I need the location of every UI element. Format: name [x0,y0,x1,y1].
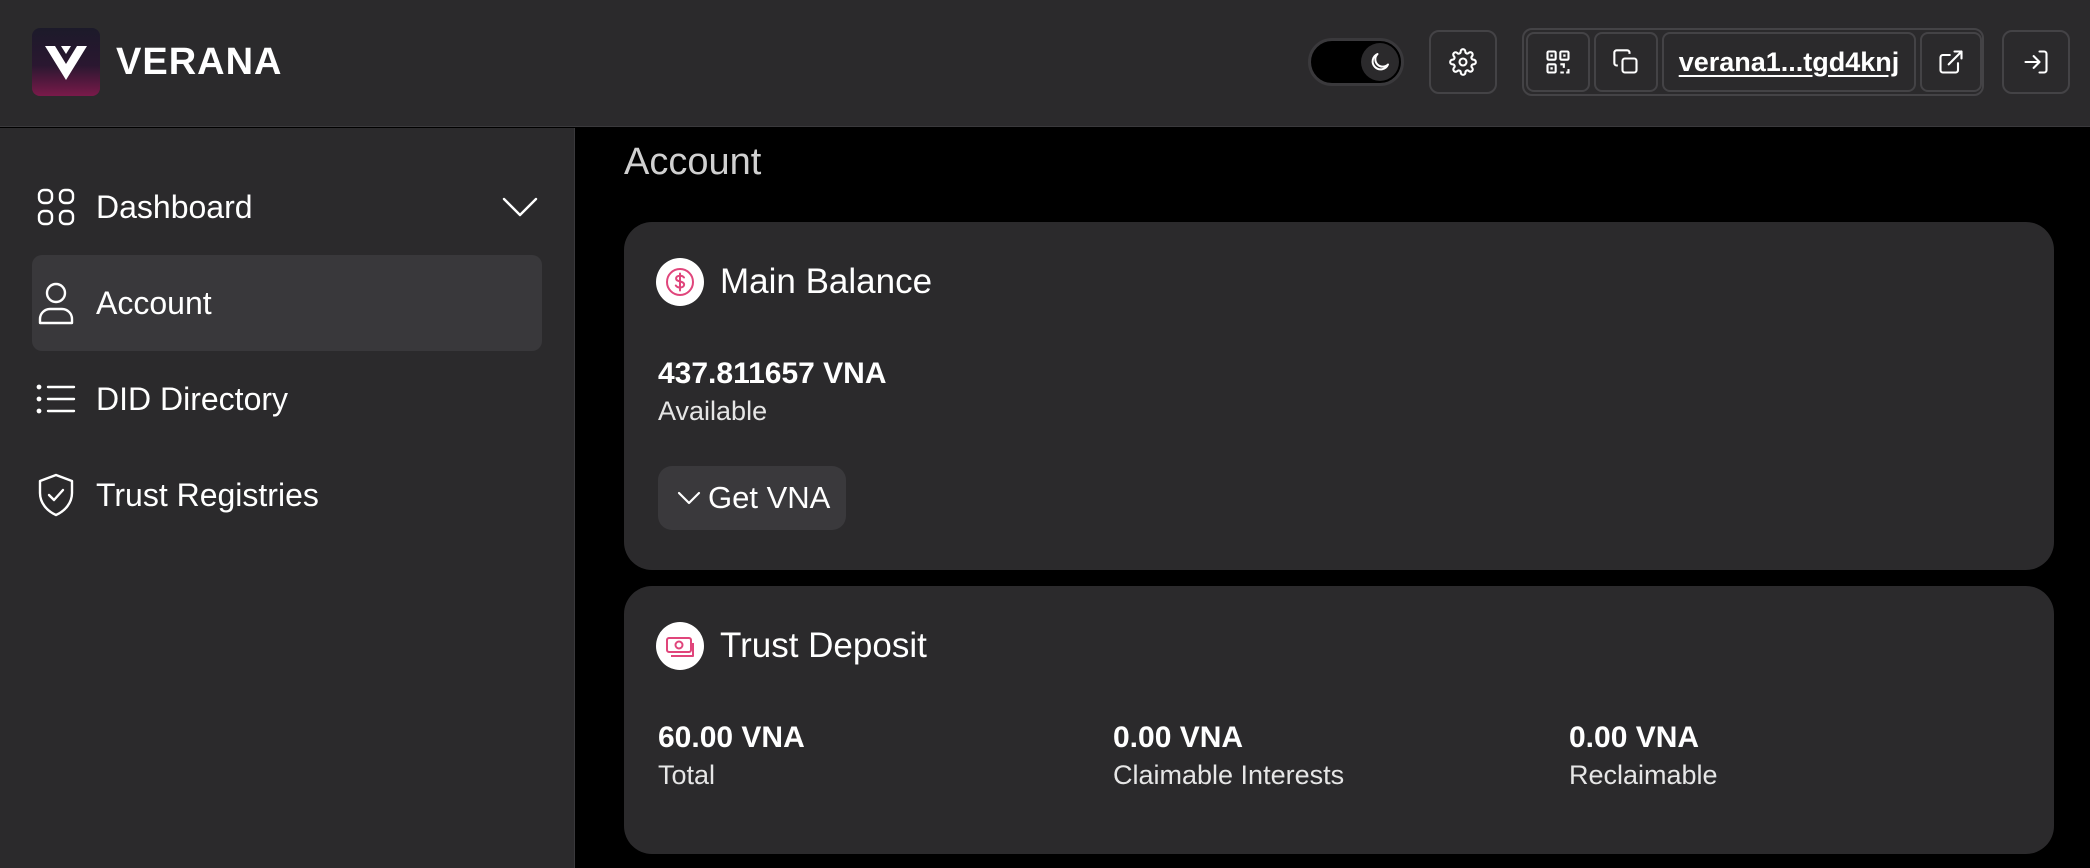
logout-button[interactable] [2002,30,2070,94]
sidebar-item-label: DID Directory [96,380,289,417]
chevron-down-icon [677,491,701,505]
wallet-address[interactable]: verana1...tgd4knj [1679,47,1900,78]
trust-deposit-card: Trust Deposit 60.00 VNA Total 0.00 VNA C… [624,586,2054,854]
theme-toggle[interactable] [1308,38,1404,86]
get-vna-label: Get VNA [708,480,831,515]
app-root: VERANA verana1...tgd4knj Dashboard Accou… [0,0,2090,868]
list-icon [34,377,78,421]
sidebar-item-trust-registries[interactable]: Trust Registries [32,447,542,543]
card-title: Trust Deposit [720,626,927,665]
trust-deposit-reclaimable: 0.00 VNA Reclaimable [1569,720,1718,794]
balance-label: Available [658,396,768,426]
stat-value: 60.00 VNA [658,721,805,754]
trust-deposit-header: Trust Deposit [656,622,927,670]
sidebar-item-label: Dashboard [96,188,253,225]
verana-logo[interactable] [32,28,100,96]
moon-icon [1361,43,1399,81]
page-title: Account [624,141,762,183]
shield-check-icon [34,473,78,517]
top-header: VERANA verana1...tgd4knj [0,0,2090,127]
wallet-toolbar: verana1...tgd4knj [1522,28,1984,96]
user-icon [34,281,78,325]
verana-logo-icon [45,46,87,80]
stat-value: 0.00 VNA [1569,721,1700,754]
qr-code-icon [1546,50,1570,74]
balance-amount: 437.811657 VNA [658,357,887,390]
available-balance: 437.811657 VNA Available [658,356,887,430]
sign-in-icon [2024,50,2048,74]
external-link-icon [1939,50,1963,74]
card-title: Main Balance [720,262,933,301]
stat-label: Total [658,760,716,790]
wallet-address-link[interactable]: verana1...tgd4knj [1662,32,1916,92]
grid-icon [34,185,78,229]
settings-button[interactable] [1429,30,1497,94]
get-vna-button[interactable]: Get VNA [658,466,846,530]
trust-deposit-total: 60.00 VNA Total [658,720,805,794]
brand-name: VERANA [116,41,283,83]
sidebar-item-did-directory[interactable]: DID Directory [32,351,542,447]
gear-icon [1449,48,1477,76]
stat-label: Reclaimable [1569,760,1718,790]
main-balance-header: Main Balance [656,258,932,306]
copy-icon [1613,49,1638,74]
sidebar-item-account[interactable]: Account [32,255,542,351]
sidebar-item-label: Trust Registries [96,476,319,513]
chevron-down-icon[interactable] [502,189,538,230]
sidebar: Dashboard Account DID Directory Trust Re… [0,128,575,868]
open-explorer-button[interactable] [1920,32,1982,92]
stat-label: Claimable Interests [1113,760,1345,790]
stat-value: 0.00 VNA [1113,721,1244,754]
dollar-coin-icon [656,258,704,306]
banknote-icon [656,622,704,670]
qr-code-button[interactable] [1526,32,1590,92]
main-balance-card: Main Balance 437.811657 VNA Available Ge… [624,222,2054,570]
copy-address-button[interactable] [1594,32,1658,92]
sidebar-item-label: Account [96,284,212,321]
trust-deposit-claimable-interests: 0.00 VNA Claimable Interests [1113,720,1344,794]
sidebar-item-dashboard[interactable]: Dashboard [32,159,542,255]
